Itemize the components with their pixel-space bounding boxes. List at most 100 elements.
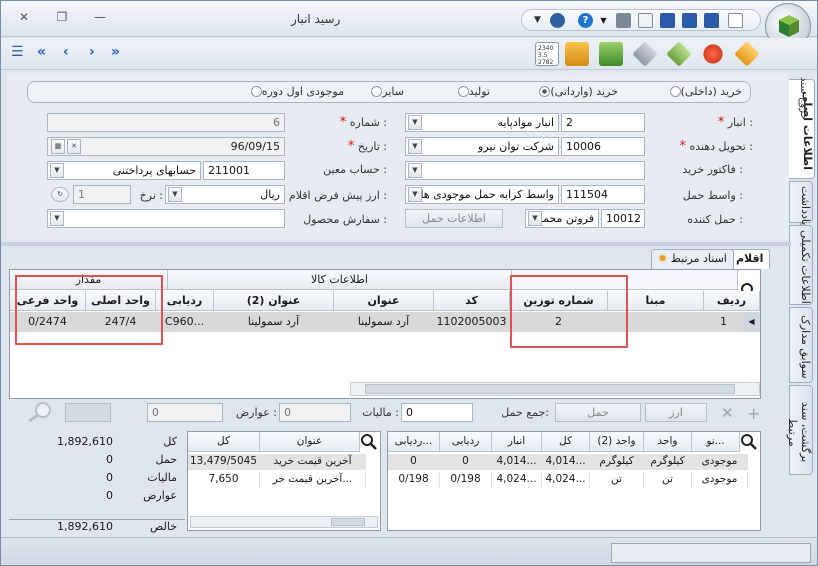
cell-title[interactable]: آرد سمولینا <box>334 312 434 332</box>
account-name-select[interactable]: حسابهای پرداختنی <box>47 161 201 180</box>
col-type[interactable]: نو... <box>692 432 740 452</box>
scroll-thumb[interactable] <box>365 384 735 394</box>
erase-icon[interactable] <box>632 41 658 67</box>
nav-prev-button[interactable]: ‹ <box>63 44 69 60</box>
side-tab-records[interactable]: سوابق مدارک <box>789 307 813 383</box>
price-hscrollbar[interactable] <box>190 516 378 528</box>
cell[interactable]: 13,479/5045 <box>188 454 260 470</box>
add-icon[interactable] <box>734 41 760 67</box>
nav-last-button[interactable]: » <box>111 44 120 60</box>
chevron-down-icon[interactable]: ▼ <box>168 187 182 202</box>
carrier-name-select[interactable]: واسط کرایه حمل موجودی ها <box>405 185 559 204</box>
cell[interactable]: تن <box>644 472 692 488</box>
close-icon[interactable]: ✕ <box>721 404 734 422</box>
currency-button[interactable]: ارز <box>645 403 707 422</box>
search-icon[interactable] <box>360 433 378 451</box>
cell[interactable]: 4,024... <box>542 472 590 488</box>
radio-internal-purchase[interactable]: خرید (داخلی) <box>667 85 742 98</box>
side-tab-related[interactable]: برگشت، سند مرتبط <box>786 385 813 475</box>
cell[interactable]: کیلوگرم <box>644 454 692 470</box>
side-tab-notes[interactable]: یادداشت <box>789 181 813 225</box>
col-total[interactable]: کل <box>542 432 590 452</box>
rate-field[interactable]: 1 <box>73 185 131 204</box>
radio-import-purchase[interactable]: خرید (وارداتی) <box>536 85 618 98</box>
deliverer-name-select[interactable]: شرکت توان نیرو <box>405 137 559 156</box>
col-total[interactable]: کل <box>188 432 260 452</box>
calendar-icon[interactable]: ▦ <box>51 139 65 154</box>
menu-icon[interactable]: ☰ <box>11 44 24 60</box>
import-icon[interactable] <box>599 42 623 66</box>
scroll-thumb[interactable] <box>331 518 365 526</box>
save-icon[interactable] <box>660 13 675 28</box>
restore-button[interactable]: ❐ <box>53 9 71 25</box>
nav-first-button[interactable]: « <box>37 44 46 60</box>
cell[interactable]: موجودی <box>692 454 748 470</box>
zoom-icon[interactable] <box>25 401 55 423</box>
delete-icon[interactable] <box>703 44 723 64</box>
cell[interactable]: آخرین قیمت خر... <box>260 472 366 488</box>
chevron-down-icon[interactable]: ▼ <box>408 139 422 154</box>
side-tab-exit-doc-label[interactable]: خروج سند <box>793 77 809 141</box>
chevron-down-icon[interactable]: ▼ <box>528 211 542 226</box>
dropdown-icon[interactable]: ▼ <box>530 13 545 28</box>
col-warehouse[interactable]: انبار <box>492 432 542 452</box>
new-document-icon[interactable] <box>728 13 743 28</box>
col-title2[interactable]: عنوان (2) <box>214 291 334 311</box>
add-icon-gray[interactable]: + <box>747 404 760 423</box>
date-field[interactable]: 96/09/15 <box>47 137 285 156</box>
shipping-info-button[interactable]: اطلاعات حمل <box>405 209 503 228</box>
warehouse-name-select[interactable]: انبار موادپایه <box>405 113 559 132</box>
cell[interactable]: 4,014... <box>542 454 590 470</box>
close-icon[interactable]: ✕ <box>67 139 81 154</box>
cell[interactable]: 0/198 <box>440 472 492 488</box>
radio-opening-stock[interactable]: موجودی اول دوره <box>248 85 344 98</box>
refresh-icon[interactable]: ↻ <box>51 187 69 202</box>
close-button[interactable]: ✕ <box>15 9 33 25</box>
transporter-code-input[interactable]: 10012 <box>601 209 645 228</box>
cell[interactable]: آخرین قیمت خرید <box>260 454 366 470</box>
chevron-down-icon[interactable]: ▼ <box>408 187 422 202</box>
minimize-button[interactable]: — <box>91 9 109 25</box>
help-icon[interactable]: ? <box>578 13 593 28</box>
cell[interactable]: 0 <box>388 454 440 470</box>
save-close-icon[interactable] <box>704 13 719 28</box>
cell[interactable]: 0 <box>440 454 492 470</box>
dropdown-icon-2[interactable]: ▼ <box>596 13 611 28</box>
splitter-handle[interactable] <box>1 242 791 246</box>
nav-next-button[interactable]: › <box>89 44 95 60</box>
radio-production[interactable]: تولید <box>455 85 490 98</box>
cell[interactable]: 7,650 <box>188 472 260 488</box>
carrier-code-input[interactable]: 111504 <box>561 185 645 204</box>
chevron-down-icon[interactable]: ▼ <box>408 163 422 178</box>
chevron-down-icon[interactable]: ▼ <box>408 115 422 130</box>
cell-title2[interactable]: آرد سمولینا <box>214 312 334 332</box>
side-tab-extra-info[interactable]: اطلاعات تکمیلی <box>789 225 813 305</box>
cell[interactable]: 4,014... <box>492 454 542 470</box>
col-title[interactable]: عنوان <box>260 432 360 452</box>
col-tracking[interactable]: ردیابی <box>440 432 492 452</box>
cell-tracking[interactable]: C960... <box>156 312 214 332</box>
calculator-icon[interactable]: 2340 3.5 2782 <box>535 42 559 66</box>
radio-other[interactable]: سایر <box>368 85 404 98</box>
col-tracking[interactable]: ردیابی <box>156 291 214 311</box>
copy-icon[interactable] <box>638 13 653 28</box>
chevron-down-icon[interactable]: ▼ <box>50 163 64 178</box>
deliverer-code-input[interactable]: 10006 <box>561 137 645 156</box>
edit-icon[interactable] <box>666 41 692 67</box>
cell-code[interactable]: 1102005003 <box>434 312 510 332</box>
product-order-select[interactable] <box>47 209 285 228</box>
chevron-down-icon[interactable]: ▼ <box>50 211 64 226</box>
cell[interactable]: تن <box>590 472 644 488</box>
invoice-select[interactable] <box>405 161 645 180</box>
report-icon[interactable] <box>565 42 589 66</box>
print-icon[interactable] <box>616 13 631 28</box>
col-title[interactable]: عنوان <box>334 291 434 311</box>
cell[interactable]: 0/198 <box>388 472 440 488</box>
shipping-button[interactable]: حمل <box>555 403 641 422</box>
tab-items[interactable]: اقلام <box>729 249 771 269</box>
col-row[interactable]: ردیف <box>704 291 760 311</box>
warehouse-code-input[interactable]: 2 <box>561 113 645 132</box>
account-code-input[interactable]: 211001 <box>203 161 285 180</box>
col-code[interactable]: کد <box>434 291 510 311</box>
cell[interactable]: کیلوگرم <box>590 454 644 470</box>
